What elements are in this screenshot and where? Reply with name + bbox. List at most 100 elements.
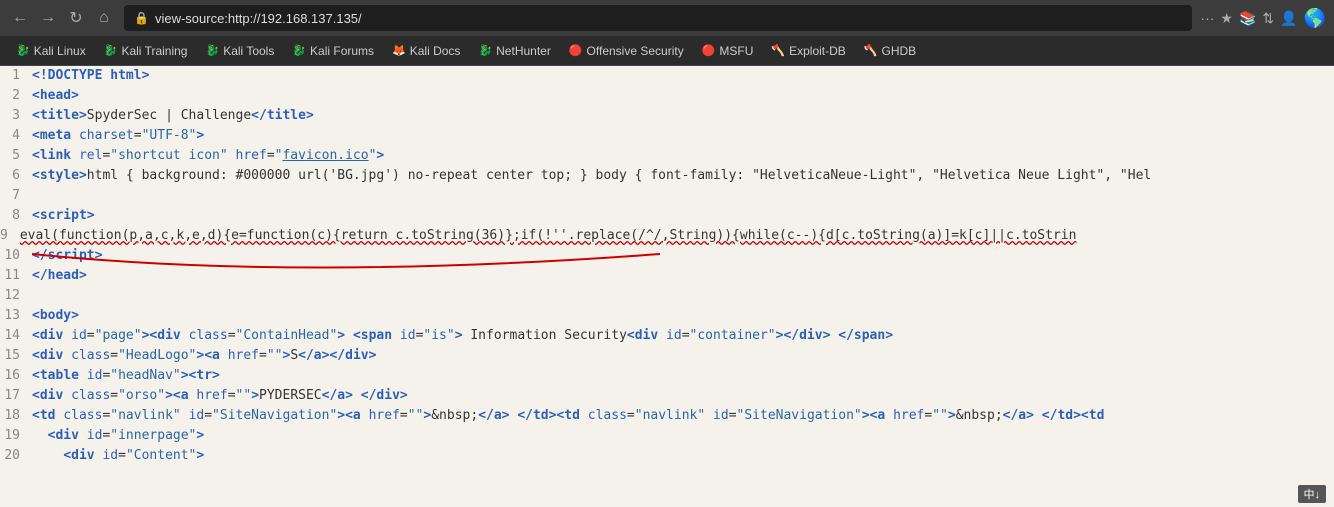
line-content: <head> (32, 86, 1334, 106)
line-content: <div class="orso"><a href="">PYDERSEC</a… (32, 386, 1334, 406)
forward-button[interactable]: → (36, 6, 60, 30)
kali-training-label: Kali Training (121, 44, 187, 58)
line-number: 4 (0, 126, 32, 146)
line-content: <td class="navlink" id="SiteNavigation">… (32, 406, 1334, 426)
kali-forums-label: Kali Forums (310, 44, 374, 58)
source-line: 10</script> (0, 246, 1334, 266)
source-line: 1<!DOCTYPE html> (0, 66, 1334, 86)
source-line: 6<style>html { background: #000000 url('… (0, 166, 1334, 186)
bookmark-kali-forums[interactable]: 🐉 Kali Forums (284, 41, 382, 61)
line-content: <table id="headNav"><tr> (32, 366, 1334, 386)
line-number: 10 (0, 246, 32, 266)
exploit-db-label: Exploit-DB (789, 44, 846, 58)
red-arc-annotation: 9eval(function(p,a,c,k,e,d){e=function(c… (0, 226, 1076, 246)
kali-tools-label: Kali Tools (223, 44, 274, 58)
line-content: <title>SpyderSec | Challenge</title> (32, 106, 1334, 126)
line-number: 3 (0, 106, 32, 126)
source-line: 15<div class="HeadLogo"><a href="">S</a>… (0, 346, 1334, 366)
reload-button[interactable]: ↻ (64, 6, 88, 30)
line-number: 12 (0, 286, 32, 306)
line-content: <body> (32, 306, 1334, 326)
line-number: 7 (0, 186, 32, 206)
ghdb-label: GHDB (882, 44, 917, 58)
line-content: <meta charset="UTF-8"> (32, 126, 1334, 146)
bookmarks-bar: 🐉Kali Linux🐉Kali Training🐉Kali Tools🐉Kal… (0, 36, 1334, 66)
nav-buttons: ← → ↻ ⌂ (8, 6, 116, 30)
line-number: 2 (0, 86, 32, 106)
bookmark-offensive-security[interactable]: 🔴Offensive Security (561, 41, 692, 61)
bookmark-msfu[interactable]: 🔴MSFU (694, 41, 762, 61)
line-content: </head> (32, 266, 1334, 286)
source-line: 2<head> (0, 86, 1334, 106)
source-line: 18<td class="navlink" id="SiteNavigation… (0, 406, 1334, 426)
lock-icon: 🔒 (134, 11, 149, 25)
bookmark-kali-training[interactable]: 🐉Kali Training (96, 41, 196, 61)
more-button[interactable]: ··· (1200, 10, 1214, 26)
line-content: <!DOCTYPE html> (32, 66, 1334, 86)
line-content: <div id="innerpage"> (32, 426, 1334, 446)
offensive-security-icon: 🔴 (569, 44, 583, 57)
nethunter-icon: 🐉 (478, 44, 492, 57)
line-content (32, 286, 1334, 306)
kali-tools-icon: 🐉 (205, 44, 219, 57)
line-number: 15 (0, 346, 32, 366)
line-number: 9 (0, 228, 20, 243)
line-content: <div id="page"><div class="ContainHead">… (32, 326, 1334, 346)
line-content: eval(function(p,a,c,k,e,d){e=function(c)… (20, 228, 1077, 243)
url-text: view-source:http://192.168.137.135/ (155, 11, 362, 26)
source-line: 16<table id="headNav"><tr> (0, 366, 1334, 386)
sync-icon[interactable]: ⇅ (1262, 10, 1274, 27)
source-line: 9eval(function(p,a,c,k,e,d){e=function(c… (0, 226, 1334, 246)
line-number: 1 (0, 66, 32, 86)
bookmark-star-icon[interactable]: ★ (1220, 10, 1233, 27)
source-view[interactable]: 1<!DOCTYPE html>2<head>3<title>SpyderSec… (0, 66, 1334, 507)
line-content: <div id="Content"> (32, 446, 1334, 466)
line-number: 11 (0, 266, 32, 286)
msfu-label: MSFU (719, 44, 753, 58)
bookmark-kali-tools[interactable]: 🐉 Kali Tools (197, 41, 282, 61)
home-button[interactable]: ⌂ (92, 6, 116, 30)
kali-linux-icon: 🐉 (16, 44, 30, 57)
source-line: 14<div id="page"><div class="ContainHead… (0, 326, 1334, 346)
source-line: 20 <div id="Content"> (0, 446, 1334, 466)
line-content (32, 186, 1334, 206)
line-number: 19 (0, 426, 32, 446)
kali-docs-label: Kali Docs (410, 44, 461, 58)
line-content: </script> (32, 246, 1334, 266)
line-number: 6 (0, 166, 32, 186)
bookmark-kali-docs[interactable]: 🦊 Kali Docs (384, 41, 468, 61)
line-number: 13 (0, 306, 32, 326)
kali-forums-icon: 🐉 (292, 44, 306, 57)
source-line: 11</head> (0, 266, 1334, 286)
ghdb-icon: 🪓 (864, 44, 878, 57)
line-content: <style>html { background: #000000 url('B… (32, 166, 1334, 186)
kali-training-icon: 🐉 (104, 44, 118, 57)
browser-chrome: ← → ↻ ⌂ 🔒 view-source:http://192.168.137… (0, 0, 1334, 36)
source-line: 3<title>SpyderSec | Challenge</title> (0, 106, 1334, 126)
firefox-icon: 🌎 (1304, 8, 1326, 29)
line-number: 14 (0, 326, 32, 346)
line-number: 20 (0, 446, 32, 466)
exploit-db-icon: 🪓 (771, 44, 785, 57)
line-number: 17 (0, 386, 32, 406)
kali-linux-label: Kali Linux (34, 44, 86, 58)
line-content: <div class="HeadLogo"><a href="">S</a></… (32, 346, 1334, 366)
source-line: 5<link rel="shortcut icon" href="favicon… (0, 146, 1334, 166)
browser-actions: ··· ★ 📚 ⇅ 👤 🌎 (1200, 8, 1326, 29)
bookmark-exploit-db[interactable]: 🪓 Exploit-DB (763, 41, 853, 61)
line-number: 8 (0, 206, 32, 226)
bottom-indicator: 中↓ (1298, 485, 1327, 503)
source-line: 4<meta charset="UTF-8"> (0, 126, 1334, 146)
bookmark-nethunter[interactable]: 🐉NetHunter (470, 41, 558, 61)
history-icon[interactable]: 📚 (1239, 10, 1256, 27)
line-content: <link rel="shortcut icon" href="favicon.… (32, 146, 1334, 166)
address-bar[interactable]: 🔒 view-source:http://192.168.137.135/ (124, 5, 1192, 31)
bookmark-ghdb[interactable]: 🪓 GHDB (856, 41, 924, 61)
profile-icon[interactable]: 👤 (1280, 10, 1297, 27)
kali-docs-icon: 🦊 (392, 44, 406, 57)
source-line: 12 (0, 286, 1334, 306)
source-line: 13<body> (0, 306, 1334, 326)
line-content: <script> (32, 206, 1334, 226)
bookmark-kali-linux[interactable]: 🐉 Kali Linux (8, 41, 94, 61)
back-button[interactable]: ← (8, 6, 32, 30)
